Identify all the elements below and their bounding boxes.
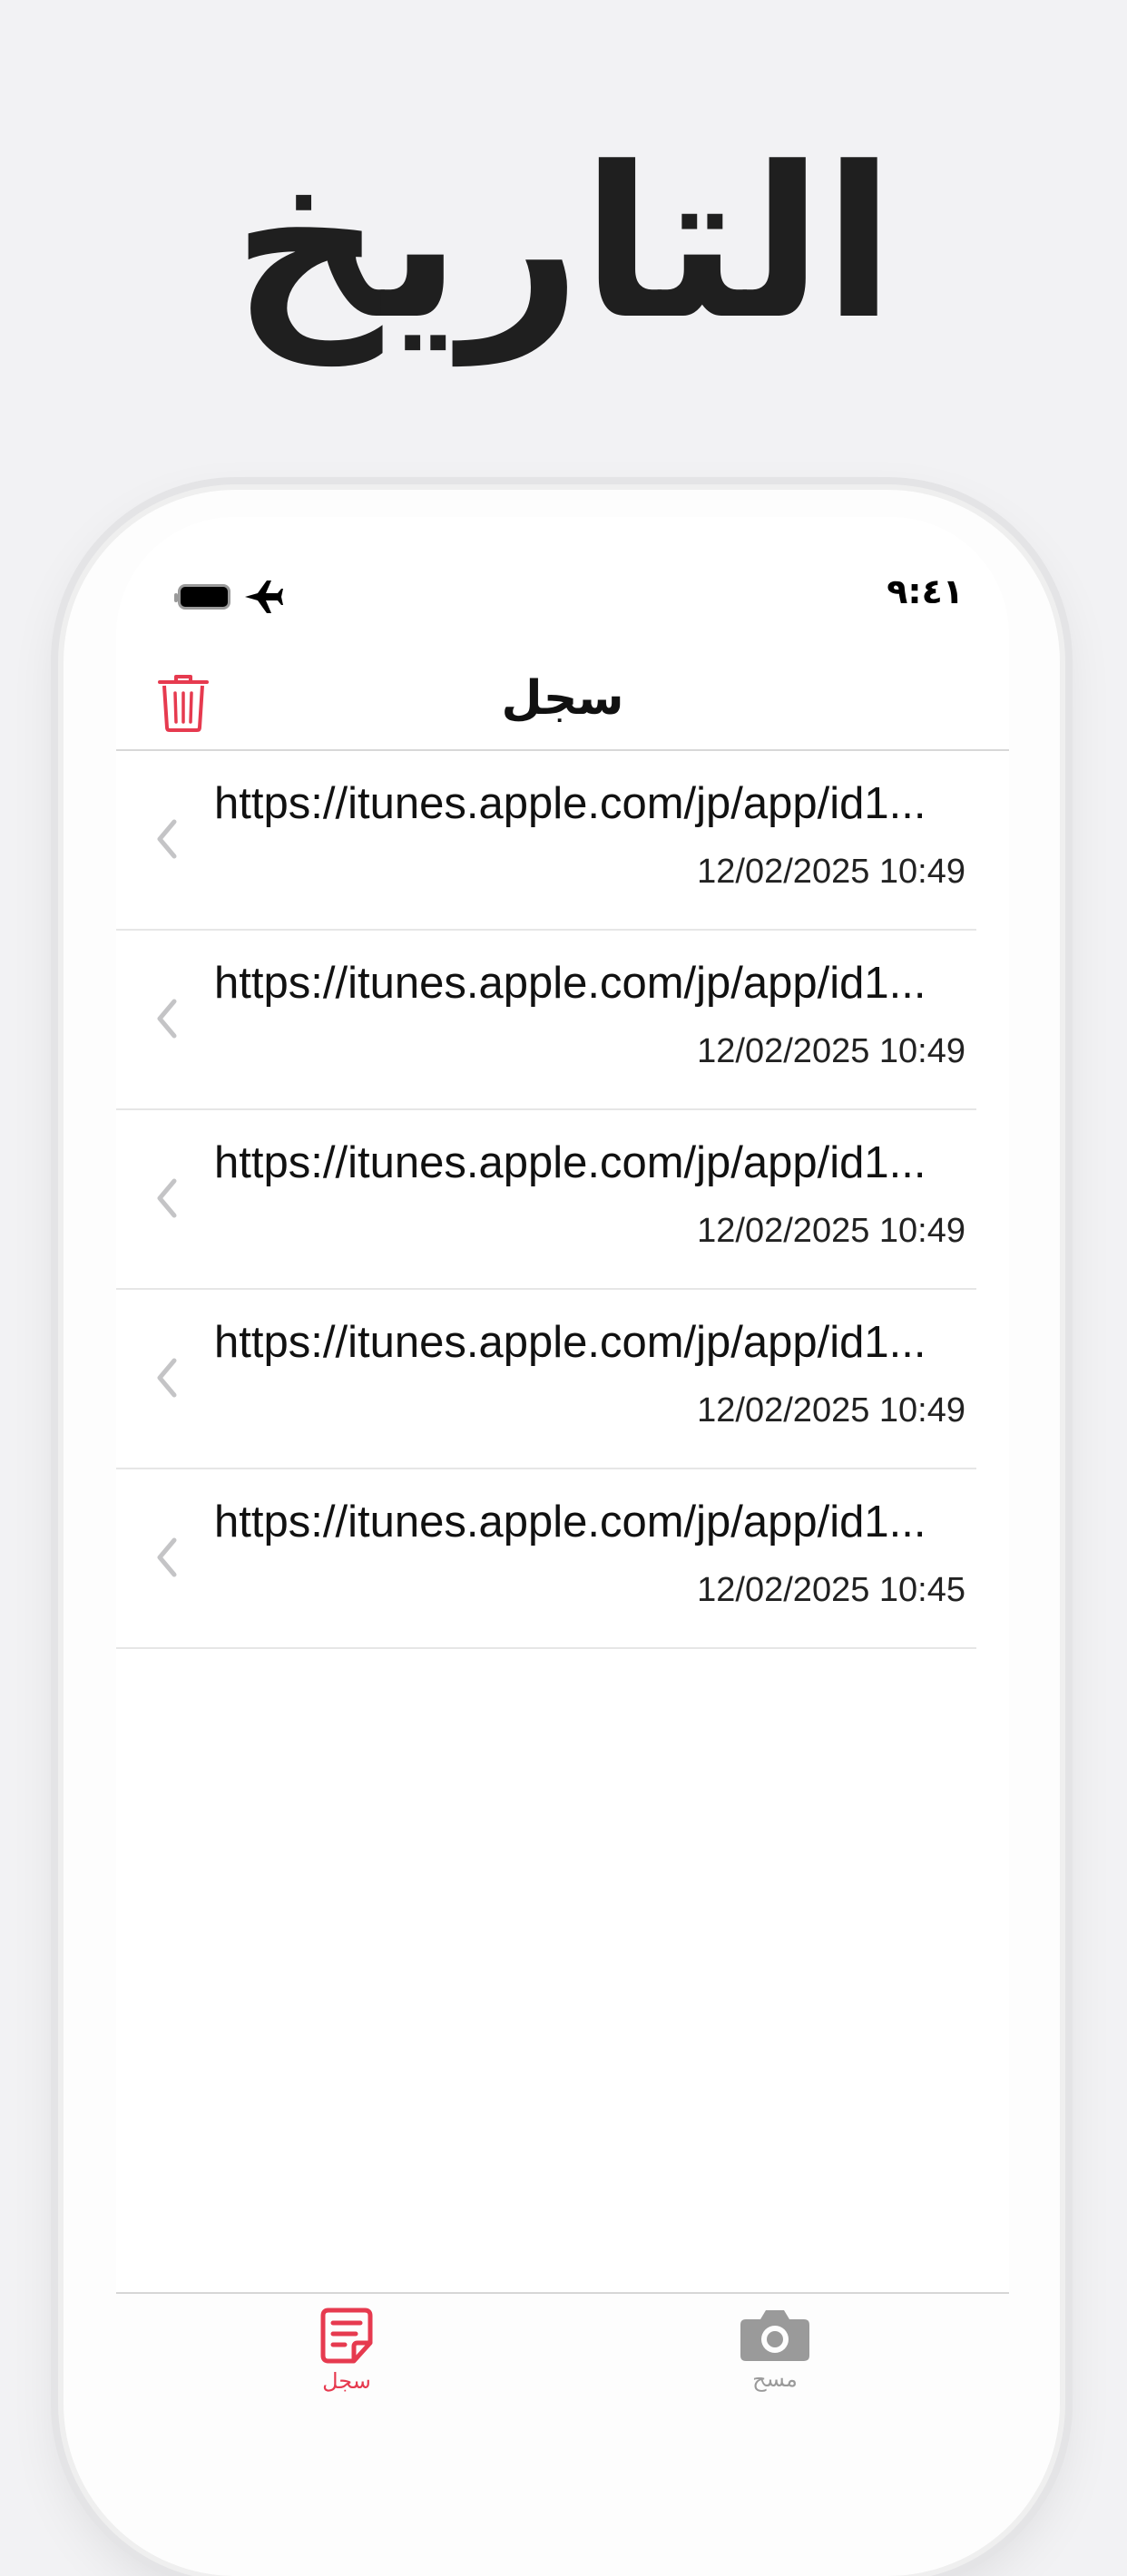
- tab-bar: سجل مسح: [116, 2292, 1009, 2438]
- status-time: ٩:٤١: [887, 571, 964, 611]
- status-bar: ٩:٤١: [116, 571, 1009, 626]
- history-list: https://itunes.apple.com/jp/app/id1... 1…: [116, 751, 1009, 1649]
- history-row[interactable]: https://itunes.apple.com/jp/app/id1... 1…: [116, 931, 1009, 1110]
- tab-history[interactable]: سجل: [256, 2307, 437, 2415]
- history-row[interactable]: https://itunes.apple.com/jp/app/id1... 1…: [116, 1110, 1009, 1290]
- history-date: 12/02/2025 10:49: [697, 1032, 965, 1070]
- status-icons: [174, 579, 283, 615]
- battery-icon: [174, 584, 230, 610]
- history-date: 12/02/2025 10:49: [697, 1391, 965, 1429]
- history-url: https://itunes.apple.com/jp/app/id1...: [214, 779, 926, 828]
- history-date: 12/02/2025 10:49: [697, 853, 965, 891]
- history-url: https://itunes.apple.com/jp/app/id1...: [214, 1318, 926, 1367]
- history-row[interactable]: https://itunes.apple.com/jp/app/id1... 1…: [116, 1290, 1009, 1469]
- hero-title: التاريخ: [232, 123, 895, 366]
- navigation-bar: سجل: [116, 653, 1009, 751]
- history-url: https://itunes.apple.com/jp/app/id1...: [214, 1498, 926, 1547]
- chevron-left-icon: [157, 1537, 177, 1577]
- tab-history-label: سجل: [322, 2368, 371, 2394]
- tab-scan-label: مسح: [752, 2366, 798, 2392]
- chevron-left-icon: [157, 819, 177, 859]
- app-screen: ٩:٤١ سجل https://itunes.apple.com/jp/app…: [116, 517, 1009, 2438]
- history-note-icon: [320, 2308, 373, 2364]
- chevron-left-icon: [157, 1178, 177, 1218]
- nav-title: سجل: [501, 671, 624, 726]
- history-url: https://itunes.apple.com/jp/app/id1...: [214, 1138, 926, 1187]
- airplane-mode-icon: [245, 581, 283, 613]
- chevron-left-icon: [157, 1358, 177, 1398]
- tab-scan[interactable]: مسح: [684, 2307, 866, 2415]
- history-row[interactable]: https://itunes.apple.com/jp/app/id1... 1…: [116, 1469, 1009, 1649]
- history-date: 12/02/2025 10:49: [697, 1212, 965, 1250]
- history-date: 12/02/2025 10:45: [697, 1571, 965, 1609]
- history-row[interactable]: https://itunes.apple.com/jp/app/id1... 1…: [116, 751, 1009, 931]
- chevron-left-icon: [157, 999, 177, 1039]
- camera-icon: [740, 2310, 809, 2361]
- history-url: https://itunes.apple.com/jp/app/id1...: [214, 959, 926, 1008]
